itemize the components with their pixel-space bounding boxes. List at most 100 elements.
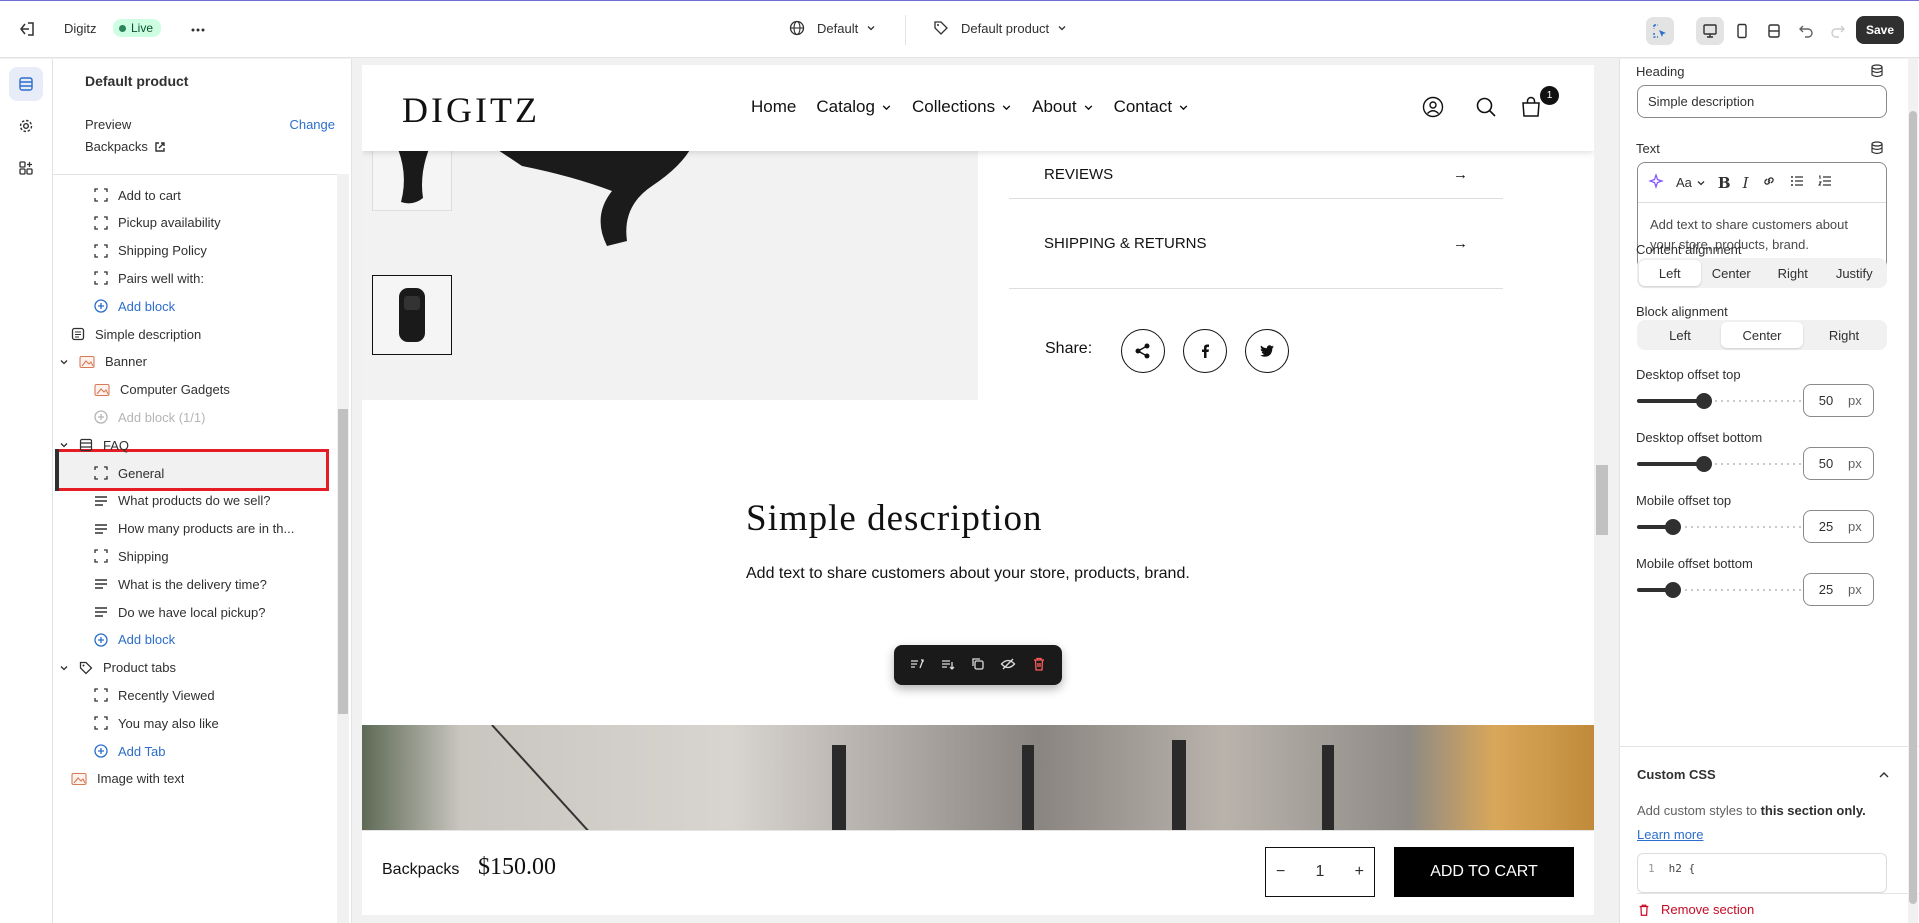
chevron-up-icon[interactable] [1878,769,1890,781]
alignment-option[interactable]: Left [1639,260,1701,286]
plus-circle-icon [94,299,108,313]
offset-number-input[interactable]: 25 px [1803,510,1874,543]
fullscreen-icon[interactable] [1760,17,1788,45]
preview-product[interactable]: Backpacks [85,139,166,154]
twitter-icon[interactable] [1245,329,1289,373]
learn-more-link[interactable]: Learn more [1637,827,1703,842]
section-title[interactable]: Simple description [746,497,1043,540]
offset-slider[interactable] [1637,517,1801,537]
apps-icon[interactable] [9,151,43,185]
account-icon[interactable] [1422,96,1444,121]
desktop-icon[interactable] [1696,17,1724,45]
custom-css-title[interactable]: Custom CSS [1637,767,1716,782]
offset-slider[interactable] [1637,454,1801,474]
accordion-shipping-returns[interactable]: SHIPPING & RETURNS → [1009,199,1503,289]
offset-number-input[interactable]: 50 px [1803,447,1874,480]
alignment-option[interactable]: Left [1639,322,1721,348]
search-icon[interactable] [1475,96,1497,121]
plus-icon[interactable]: + [1355,863,1364,881]
section-text[interactable]: Add text to share customers about your s… [746,565,1190,583]
nav-item[interactable]: Home [751,97,796,117]
tree-item-label: Shipping [118,548,169,564]
offset-value[interactable]: 50 [1804,393,1848,408]
alignment-option[interactable]: Center [1721,322,1803,348]
css-code-editor[interactable]: 1 h2 { [1637,853,1887,893]
offset-slider[interactable] [1637,391,1801,411]
dynamic-source-icon[interactable] [1871,141,1883,155]
add-to-cart-button[interactable]: ADD TO CART [1394,847,1574,897]
nav-item[interactable]: Collections [912,97,1012,117]
bullet-list-icon[interactable] [1789,173,1805,192]
accordion-reviews[interactable]: REVIEWS → [1009,151,1503,199]
heading-input[interactable]: Simple description [1637,85,1887,118]
move-down-icon[interactable] [940,656,956,675]
facebook-icon[interactable] [1183,329,1227,373]
settings-scrollbar-thumb[interactable] [1909,111,1917,904]
gallery-thumbnail-active[interactable] [372,275,452,355]
offset-number-input[interactable]: 50 px [1803,384,1874,417]
nav-item[interactable]: Contact [1114,97,1190,117]
offset-value[interactable]: 25 [1804,519,1848,534]
theme-select[interactable]: Default [789,20,876,36]
preview-scrollbar-thumb[interactable] [1596,465,1608,535]
more-actions-icon[interactable] [190,22,206,38]
mobile-icon[interactable] [1728,17,1756,45]
divider [1678,17,1692,45]
offset-value[interactable]: 50 [1804,456,1848,471]
inspector-icon[interactable] [1646,17,1674,45]
panel-scrollbar-thumb[interactable] [338,409,348,714]
hide-icon[interactable] [1000,656,1016,675]
slider-handle[interactable] [1665,519,1681,535]
move-up-icon[interactable] [909,656,925,675]
ai-sparkle-icon[interactable] [1648,173,1664,192]
italic-icon[interactable]: I [1743,174,1749,192]
chevron-down-icon[interactable] [59,663,69,673]
change-preview-link[interactable]: Change [289,117,335,132]
minus-icon[interactable]: − [1276,863,1285,881]
tree-item[interactable]: Image with text [71,762,341,796]
chevron-down-icon[interactable] [59,357,69,367]
store-logo[interactable]: DIGITZ [402,89,540,131]
share-icon[interactable] [1121,329,1165,373]
sticky-product-price: $150.00 [478,854,556,880]
template-select[interactable]: Default product [933,20,1067,36]
exit-icon[interactable] [18,20,36,38]
settings-gear-icon[interactable] [9,109,43,143]
text-label: Text [1636,141,1660,156]
tree-item-label: Product tabs [103,660,176,676]
chevron-down-icon [882,104,891,110]
chevron-down-icon[interactable] [59,440,69,450]
redo-icon[interactable] [1824,17,1852,45]
undo-icon[interactable] [1792,17,1820,45]
numbered-list-icon[interactable] [1817,173,1833,192]
duplicate-icon[interactable] [970,656,986,675]
store-name: Digitz [64,21,97,36]
slider-handle[interactable] [1665,582,1681,598]
dynamic-source-icon[interactable] [1871,64,1883,78]
slider-handle[interactable] [1696,456,1712,472]
remove-section-button[interactable]: Remove section [1637,893,1919,923]
bold-icon[interactable]: B [1718,174,1731,192]
cart-icon[interactable] [1520,96,1542,121]
sections-icon[interactable] [9,67,43,101]
font-style-dropdown[interactable]: Aa [1676,175,1706,190]
alignment-option[interactable]: Right [1803,322,1885,348]
alignment-option[interactable]: Justify [1824,260,1886,286]
nav-item[interactable]: About [1032,97,1093,117]
slider-label: Desktop offset bottom [1636,430,1763,445]
slider-handle[interactable] [1696,393,1712,409]
delete-icon[interactable] [1031,656,1047,675]
alignment-option[interactable]: Center [1701,260,1763,286]
custom-css-description: Add custom styles to this section only. [1637,803,1866,818]
offset-number-input[interactable]: 25 px [1803,573,1874,606]
link-icon[interactable] [1761,173,1777,192]
chevron-down-icon [1697,180,1705,185]
heading-label: Heading [1636,64,1685,79]
alignment-option[interactable]: Right [1762,260,1824,286]
save-button[interactable]: Save [1856,16,1904,44]
nav-item[interactable]: Catalog [816,97,892,117]
plus-circle-icon [94,410,108,425]
offset-value[interactable]: 25 [1804,582,1848,597]
offset-slider[interactable] [1637,580,1801,600]
quantity-value[interactable]: 1 [1316,863,1325,881]
